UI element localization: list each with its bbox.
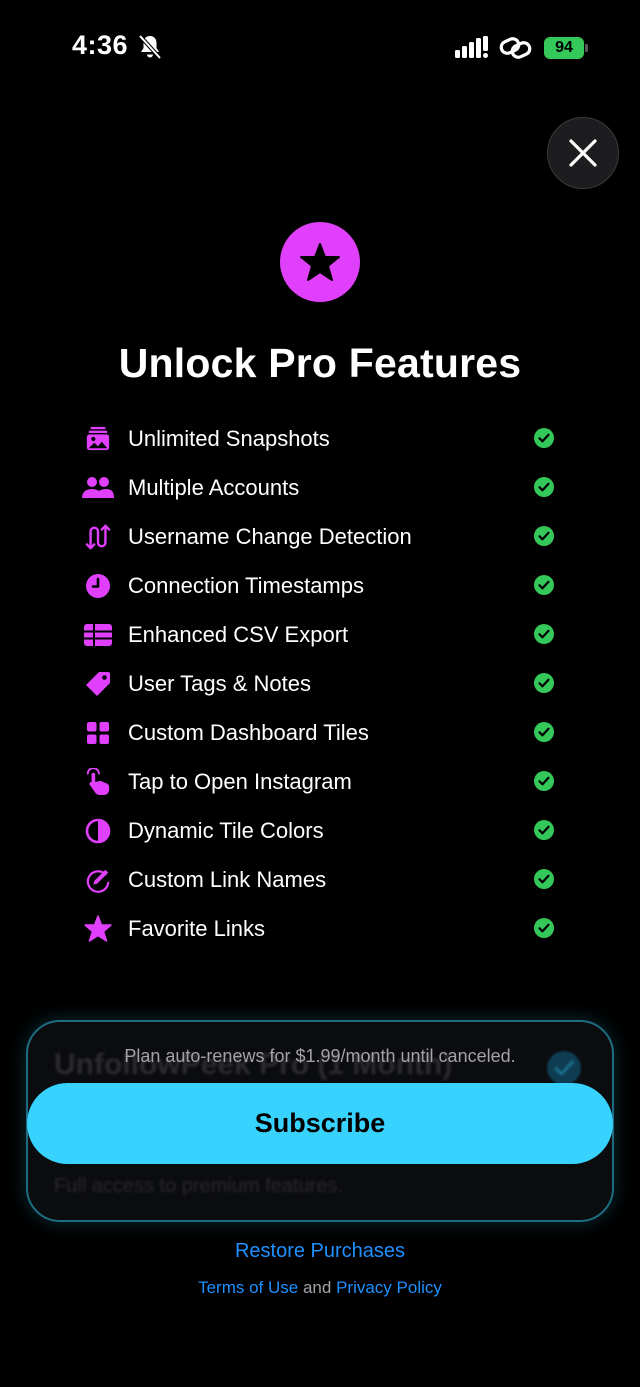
status-time: 4:36 bbox=[72, 30, 129, 60]
star-icon bbox=[80, 911, 116, 947]
feature-label: Tap to Open Instagram bbox=[128, 768, 352, 794]
restore-purchases-link[interactable]: Restore Purchases bbox=[0, 1240, 640, 1263]
star-icon bbox=[300, 243, 340, 281]
bell-slash-icon bbox=[138, 34, 162, 60]
plan-description: Full access to premium features. bbox=[54, 1175, 343, 1197]
close-icon bbox=[569, 139, 597, 167]
battery-level: 94 bbox=[544, 37, 584, 59]
feature-label: Custom Dashboard Tiles bbox=[128, 719, 369, 745]
legal-and: and bbox=[302, 1278, 332, 1297]
battery-icon: 94 bbox=[544, 37, 588, 59]
link-edit-icon bbox=[80, 862, 116, 898]
feature-label: Connection Timestamps bbox=[128, 572, 364, 598]
feature-label: User Tags & Notes bbox=[128, 670, 312, 696]
feature-item-user-tags: User Tags & Notes bbox=[80, 659, 560, 708]
photo-stack-icon bbox=[80, 421, 116, 457]
signal-icon bbox=[455, 36, 489, 58]
feature-item-unlimited-snapshots: Unlimited Snapshots bbox=[80, 414, 560, 463]
privacy-link[interactable]: Privacy Policy bbox=[336, 1278, 442, 1297]
page-title: Unlock Pro Features bbox=[118, 340, 522, 386]
feature-item-custom-link-names: Custom Link Names bbox=[80, 855, 560, 904]
feature-label: Dynamic Tile Colors bbox=[128, 817, 324, 843]
two-people-icon bbox=[80, 470, 116, 506]
check-icon bbox=[534, 624, 554, 644]
status-bar: 4:36 94 bbox=[0, 0, 640, 96]
table-icon bbox=[80, 617, 116, 653]
check-icon bbox=[534, 575, 554, 595]
feature-item-multiple-accounts: Multiple Accounts bbox=[80, 463, 560, 512]
battery-cap bbox=[585, 44, 588, 52]
check-icon bbox=[534, 673, 554, 693]
feature-label: Multiple Accounts bbox=[128, 474, 300, 500]
feature-item-username-change: Username Change Detection bbox=[80, 512, 560, 561]
feature-label: Custom Link Names bbox=[128, 866, 327, 892]
check-icon bbox=[534, 869, 554, 889]
tag-icon bbox=[80, 666, 116, 702]
feature-label: Username Change Detection bbox=[128, 523, 412, 549]
half-circle-icon bbox=[80, 813, 116, 849]
legal-links: Terms of Use and Privacy Policy bbox=[0, 1278, 640, 1298]
hero-badge bbox=[280, 222, 360, 302]
terms-link[interactable]: Terms of Use bbox=[198, 1278, 298, 1297]
feature-item-tap-instagram: Tap to Open Instagram bbox=[80, 757, 560, 806]
subscribe-button[interactable]: Subscribe bbox=[27, 1083, 613, 1164]
feature-item-csv-export: Enhanced CSV Export bbox=[80, 610, 560, 659]
check-icon bbox=[534, 722, 554, 742]
feature-item-dynamic-colors: Dynamic Tile Colors bbox=[80, 806, 560, 855]
feature-item-connection-timestamps: Connection Timestamps bbox=[80, 561, 560, 610]
feature-label: Unlimited Snapshots bbox=[128, 425, 330, 451]
feature-item-dashboard-tiles: Custom Dashboard Tiles bbox=[80, 708, 560, 757]
close-button[interactable] bbox=[547, 117, 619, 189]
feature-list: Unlimited Snapshots Multiple Accounts Us… bbox=[80, 414, 560, 953]
check-icon bbox=[534, 428, 554, 448]
feature-label: Favorite Links bbox=[128, 915, 265, 941]
check-icon bbox=[534, 918, 554, 938]
link-icon bbox=[499, 36, 533, 60]
renew-note: Plan auto-renews for $1.99/month until c… bbox=[124, 1046, 516, 1066]
grid-icon bbox=[80, 715, 116, 751]
check-icon bbox=[534, 771, 554, 791]
check-icon bbox=[534, 820, 554, 840]
check-icon bbox=[534, 477, 554, 497]
tap-hand-icon bbox=[80, 764, 116, 800]
check-icon bbox=[534, 526, 554, 546]
clock-icon bbox=[80, 568, 116, 604]
swap-arrows-icon bbox=[80, 519, 116, 555]
feature-item-favorite-links: Favorite Links bbox=[80, 904, 560, 953]
feature-label: Enhanced CSV Export bbox=[128, 621, 349, 647]
